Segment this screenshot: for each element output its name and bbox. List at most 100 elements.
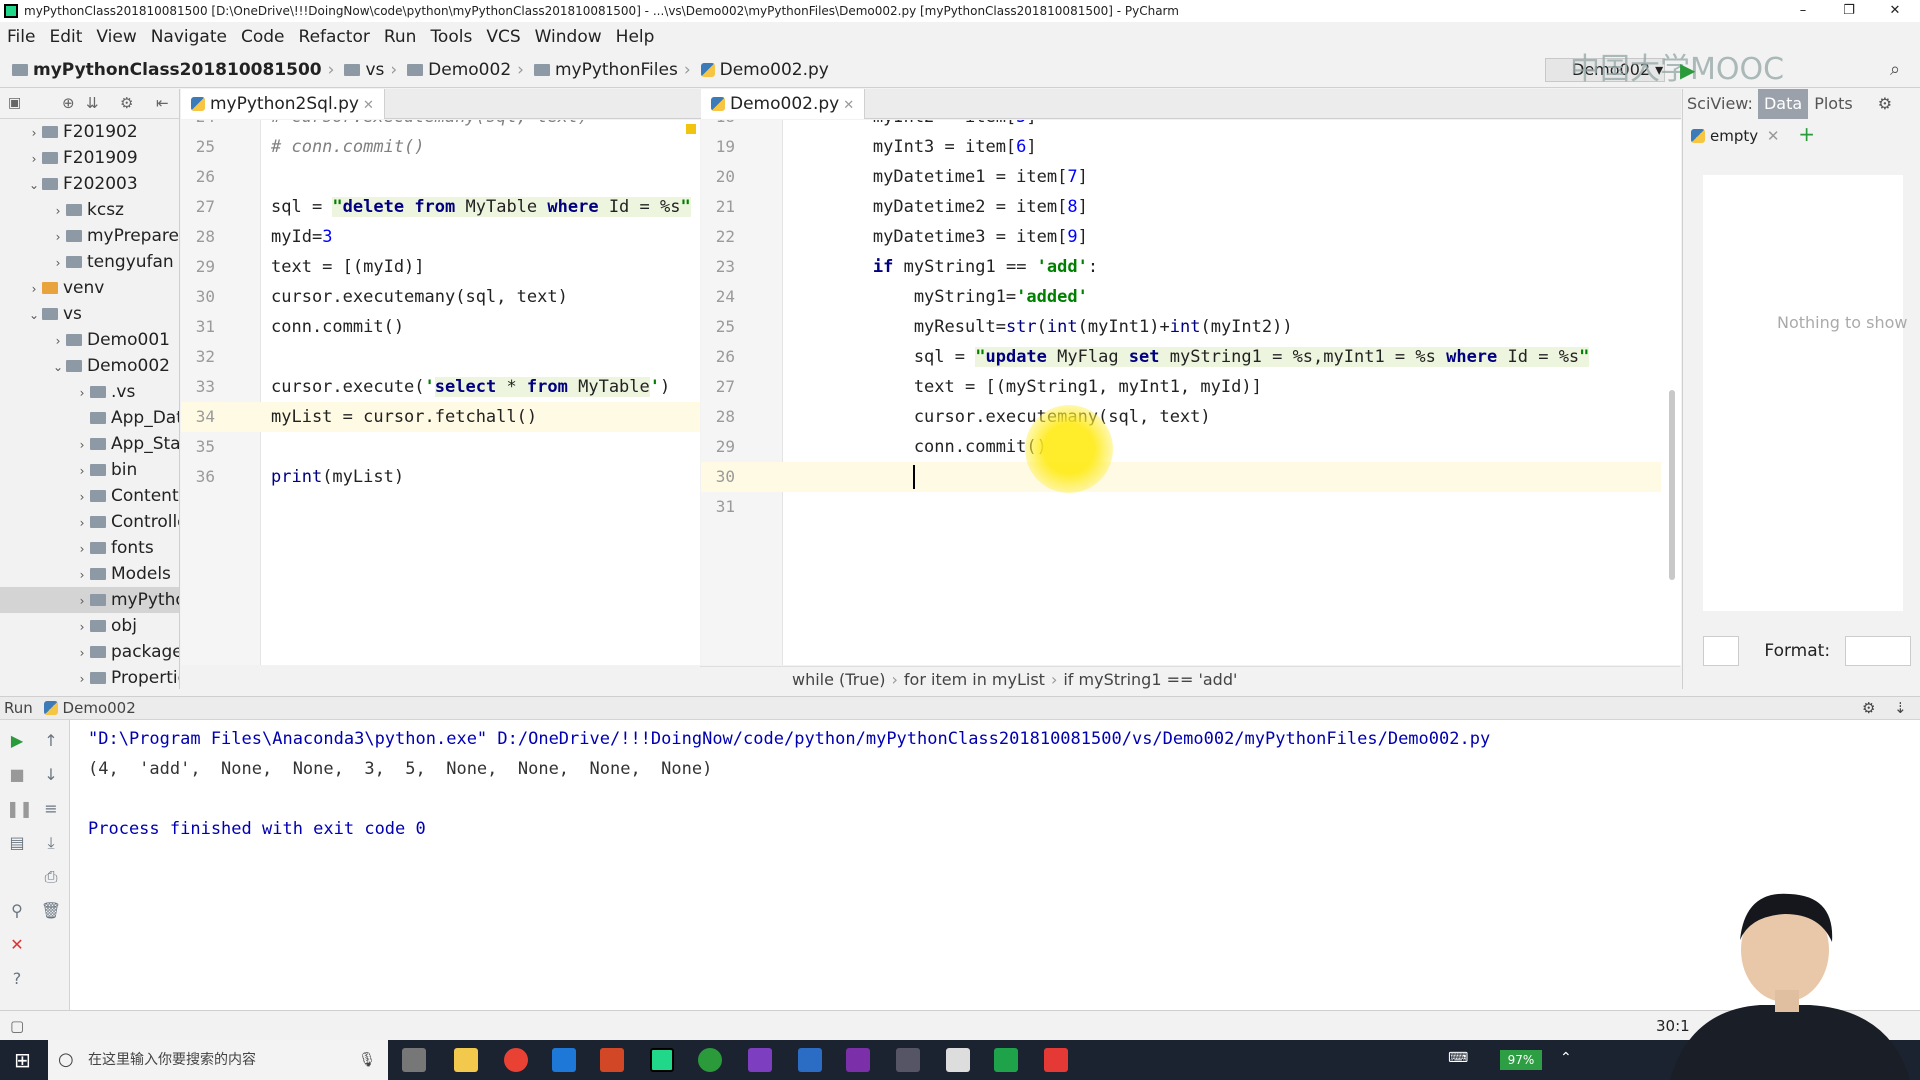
stop-icon[interactable]: ■ [6, 764, 28, 786]
tree-item[interactable]: › Controllers [0, 509, 179, 536]
chevron-down-icon[interactable]: ⌄ [26, 172, 42, 198]
pause-icon[interactable]: ❚❚ [6, 798, 33, 820]
close-button[interactable]: ✕ [1872, 0, 1918, 22]
hide-panel-icon[interactable]: ⇣ [1894, 697, 1907, 719]
menu-file[interactable]: File [0, 22, 42, 52]
app-icon[interactable] [1044, 1048, 1068, 1072]
powerpoint-icon[interactable] [600, 1048, 624, 1072]
add-icon[interactable]: + [1798, 122, 1815, 146]
chevron-right-icon[interactable]: › [26, 120, 42, 146]
run-console[interactable]: "D:\Program Files\Anaconda3\python.exe" … [70, 720, 1920, 1010]
chevron-right-icon[interactable]: › [74, 536, 90, 562]
format-field[interactable] [1845, 636, 1912, 666]
menu-view[interactable]: View [89, 22, 143, 52]
tree-item[interactable]: › Content [0, 483, 179, 510]
file-explorer-icon[interactable] [454, 1048, 478, 1072]
visual-studio-icon[interactable] [748, 1048, 772, 1072]
chevron-right-icon[interactable]: › [74, 588, 90, 614]
trash-icon[interactable]: 🗑 [40, 900, 62, 922]
menu-run[interactable]: Run [377, 22, 424, 52]
tab-data[interactable]: Data [1757, 89, 1809, 119]
app-icon[interactable] [896, 1048, 920, 1072]
breadcrumb-mypythonfiles[interactable]: myPythonFiles [530, 52, 678, 88]
tree-item[interactable]: › packages [0, 639, 179, 666]
search-icon[interactable]: ⌕ [1890, 52, 1900, 88]
scroll-to-end-icon[interactable]: ⤓ [40, 832, 62, 854]
scroll-down-icon[interactable]: ↓ [40, 764, 62, 786]
tree-item[interactable]: › .vs [0, 379, 179, 406]
project-view-icon[interactable]: ▣ [8, 95, 21, 111]
tree-item[interactable]: › Demo001 [0, 327, 179, 354]
breadcrumb-while[interactable]: while (True) [792, 670, 886, 689]
scroll-up-icon[interactable]: ↑ [40, 730, 62, 752]
app-icon[interactable] [698, 1048, 722, 1072]
help-icon[interactable]: ? [6, 968, 28, 990]
left-code-editor[interactable]: 24 # cursor.executemany(sql, text) 25 # con… [181, 120, 700, 665]
menu-window[interactable]: Window [528, 22, 609, 52]
slice-field[interactable] [1703, 636, 1739, 666]
pycharm-taskbar-icon[interactable] [650, 1048, 674, 1072]
breadcrumb-for[interactable]: for item in myList [904, 670, 1045, 689]
run-config-tab[interactable]: Demo002 [63, 699, 136, 717]
collapse-all-icon[interactable]: ⇊ [86, 94, 99, 112]
onenote-icon[interactable] [846, 1048, 870, 1072]
battery-indicator[interactable]: 97% [1500, 1050, 1542, 1070]
soft-wrap-icon[interactable]: ≡ [40, 798, 62, 820]
chevron-right-icon[interactable]: › [74, 458, 90, 484]
keyboard-icon[interactable]: ⌨ [1448, 1050, 1468, 1066]
tree-item[interactable]: › myPrepare [0, 223, 179, 250]
menu-edit[interactable]: Edit [42, 22, 89, 52]
chevron-right-icon[interactable]: › [74, 484, 90, 510]
locate-icon[interactable]: ⊕ [62, 94, 75, 112]
close-icon[interactable]: ✕ [6, 934, 28, 956]
breadcrumb-project[interactable]: myPythonClass201810081500 [0, 52, 322, 88]
app-icon[interactable] [552, 1048, 576, 1072]
tab-plots[interactable]: Plots [1808, 89, 1859, 119]
print-icon[interactable]: ⎙ [40, 866, 62, 888]
close-tab-icon[interactable]: ✕ [1767, 127, 1780, 145]
gear-icon[interactable]: ⚙ [1878, 94, 1892, 113]
breadcrumb-if[interactable]: if myString1 == 'add' [1063, 670, 1237, 689]
tree-item[interactable]: App_Data [0, 405, 179, 431]
tab-mypython2sql[interactable]: myPython2Sql.py ✕ [181, 89, 385, 119]
microphone-icon[interactable]: 🎙 [358, 1040, 376, 1080]
chevron-down-icon[interactable]: ⌄ [26, 302, 42, 328]
windows-start-icon[interactable]: ⊞ [14, 1048, 31, 1072]
chevron-right-icon[interactable]: › [74, 666, 90, 689]
chevron-down-icon[interactable]: ⌄ [50, 354, 66, 380]
tree-item[interactable]: ⌄ Demo002 [0, 353, 179, 380]
breadcrumb-demo002[interactable]: Demo002 [403, 52, 511, 88]
tab-demo002[interactable]: Demo002.py ✕ [701, 89, 866, 119]
taskbar-search[interactable]: ○ 在这里输入你要搜索的内容 🎙 [48, 1040, 388, 1080]
vertical-scrollbar[interactable] [1669, 390, 1675, 580]
subtab-empty[interactable]: empty [1710, 127, 1758, 145]
close-tab-icon[interactable]: ✕ [843, 98, 854, 113]
tree-item[interactable]: › F201902 [0, 119, 179, 146]
menu-help[interactable]: Help [609, 22, 662, 52]
pin-icon[interactable]: ⚲ [6, 900, 28, 922]
tree-item[interactable]: › tengyufan [0, 249, 179, 275]
gear-icon[interactable]: ⚙ [1862, 697, 1875, 719]
chevron-right-icon[interactable]: › [74, 380, 90, 406]
tree-item[interactable]: › obj [0, 613, 179, 640]
right-code-editor[interactable]: 18 myInt2 = item[5] 19 myInt3 = item[6] 20… [701, 120, 1681, 665]
tree-item[interactable]: › Models [0, 561, 179, 587]
layout-icon[interactable]: ▤ [6, 832, 28, 854]
chevron-right-icon[interactable]: › [74, 640, 90, 666]
menu-refactor[interactable]: Refactor [292, 22, 377, 52]
app-icon[interactable] [798, 1048, 822, 1072]
tree-item[interactable]: › F201909 [0, 145, 179, 171]
tree-item[interactable]: › kcsz [0, 197, 179, 223]
chevron-right-icon[interactable]: › [74, 510, 90, 536]
menu-tools[interactable]: Tools [423, 22, 479, 52]
minimize-button[interactable]: – [1780, 0, 1826, 22]
chevron-right-icon[interactable]: › [50, 328, 66, 354]
chevron-right-icon[interactable]: › [74, 432, 90, 458]
tree-item[interactable]: ⌄ vs [0, 301, 179, 328]
run-icon[interactable]: ▶ [1680, 52, 1695, 88]
chevron-right-icon[interactable]: › [50, 224, 66, 250]
breadcrumb-vs[interactable]: vs [340, 52, 384, 88]
chevron-up-icon[interactable]: ⌃ [1560, 1050, 1572, 1066]
breadcrumb-file[interactable]: Demo002.py [697, 52, 829, 88]
chevron-right-icon[interactable]: › [74, 614, 90, 640]
